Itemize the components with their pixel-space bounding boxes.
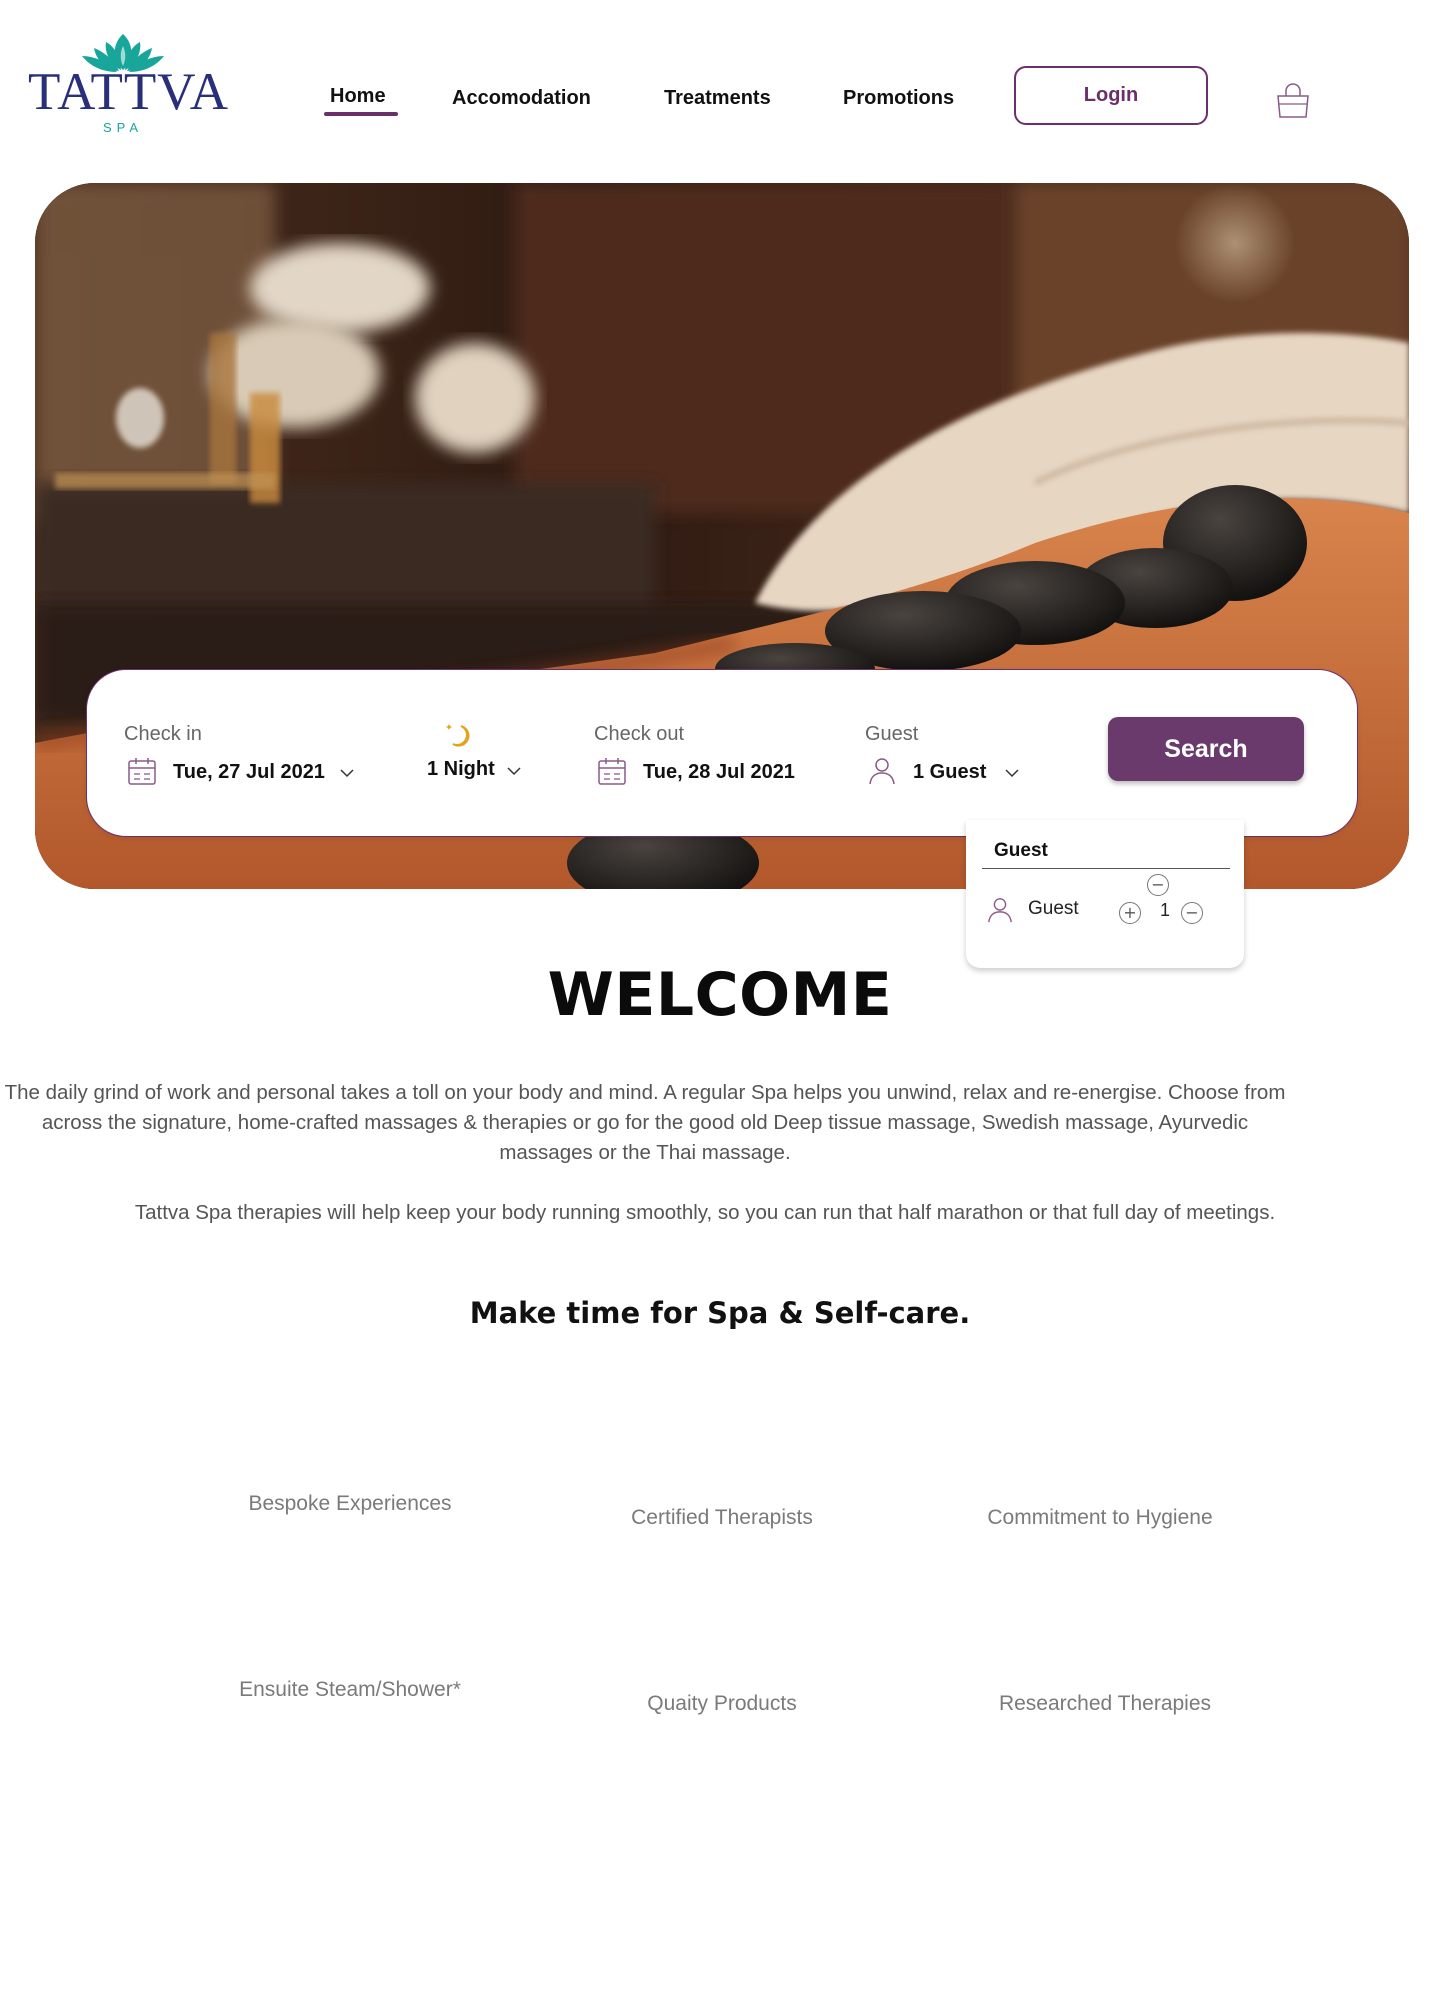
guest-row-label: Guest xyxy=(1028,898,1079,919)
check-in-date[interactable]: Tue, 27 Jul 2021 xyxy=(173,761,325,784)
search-button[interactable]: Search xyxy=(1108,717,1304,781)
welcome-paragraph-1: The daily grind of work and personal tak… xyxy=(4,1081,1286,1164)
tagline: Make time for Spa & Self-care. xyxy=(469,1296,971,1330)
calendar-icon xyxy=(598,758,626,785)
check-in-label: Check in xyxy=(124,723,202,745)
guest-count: 1 xyxy=(1160,900,1171,920)
feature-researched-therapies: Researched Therapies xyxy=(998,1692,1212,1715)
nav-accomodation[interactable]: Accomodation xyxy=(452,87,591,110)
guest-dropdown: Guest − Guest + 1 − xyxy=(966,820,1244,968)
feature-certified-therapists: Certified Therapists xyxy=(631,1506,813,1529)
divider xyxy=(982,868,1230,869)
check-out-date[interactable]: Tue, 28 Jul 2021 xyxy=(643,761,795,784)
minus-icon[interactable]: − xyxy=(1147,874,1169,896)
chevron-down-icon[interactable] xyxy=(1005,768,1019,778)
tattva-spa-logo[interactable]: TATTVA SPA xyxy=(28,30,229,135)
nav-promotions[interactable]: Promotions xyxy=(843,87,954,110)
welcome-heading: WELCOME xyxy=(547,960,893,1030)
feature-ensuite-steam-shower: Ensuite Steam/Shower* xyxy=(239,1678,461,1701)
feature-bespoke-experiences: Bespoke Experiences xyxy=(248,1492,452,1515)
nights-value[interactable]: 1 Night xyxy=(427,758,495,781)
guest-dropdown-title: Guest xyxy=(994,840,1048,861)
feature-commitment-to-hygiene: Commitment to Hygiene xyxy=(987,1506,1213,1529)
guest-count-value[interactable]: 1 Guest xyxy=(913,761,986,784)
person-icon xyxy=(988,898,1012,923)
minus-icon[interactable]: − xyxy=(1181,902,1203,924)
chevron-down-icon[interactable] xyxy=(507,766,521,776)
calendar-icon xyxy=(128,758,156,785)
active-nav-indicator xyxy=(324,112,398,116)
chevron-down-icon[interactable] xyxy=(340,768,354,778)
welcome-paragraph-2: Tattva Spa therapies will help keep your… xyxy=(134,1201,1276,1224)
check-out-label: Check out xyxy=(594,723,685,745)
logo-subtitle: SPA xyxy=(102,120,144,135)
booking-search-bar: Check in Tue, 27 Jul 2021 1 Night Check … xyxy=(86,669,1358,837)
login-button[interactable]: Login xyxy=(1014,66,1208,125)
logo-wordmark: TATTVA xyxy=(28,63,229,121)
plus-icon[interactable]: + xyxy=(1119,902,1141,924)
person-icon xyxy=(869,758,895,785)
nav-home[interactable]: Home xyxy=(330,85,386,108)
feature-quality-products: Quaity Products xyxy=(647,1692,797,1715)
nav-treatments[interactable]: Treatments xyxy=(664,87,771,110)
moon-icon xyxy=(446,724,470,747)
guest-label: Guest xyxy=(865,723,919,745)
shopping-bag-icon[interactable] xyxy=(1274,82,1312,120)
